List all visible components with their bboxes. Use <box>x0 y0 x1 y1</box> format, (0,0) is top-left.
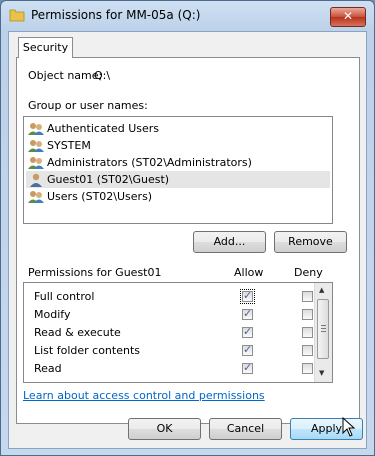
users-icon <box>28 123 44 135</box>
tab-security[interactable]: Security <box>18 37 73 58</box>
permission-name: Full control <box>34 290 95 303</box>
permission-name: Read <box>34 362 62 375</box>
ok-button[interactable]: OK <box>128 418 201 440</box>
deny-checkbox[interactable] <box>302 327 313 338</box>
permission-row: Modify <box>24 306 314 324</box>
deny-checkbox[interactable] <box>302 363 313 374</box>
object-name-value: Q:\ <box>94 69 111 82</box>
permission-row: List folder contents <box>24 342 314 360</box>
allow-checkbox[interactable] <box>242 325 253 338</box>
users-icon <box>28 191 44 203</box>
mouse-cursor-icon <box>342 417 356 437</box>
list-item[interactable]: SYSTEM <box>26 137 330 154</box>
permissions-header: Permissions for Guest01 <box>28 266 162 279</box>
user-name: SYSTEM <box>47 139 91 152</box>
deny-checkbox[interactable] <box>302 309 313 320</box>
folder-icon <box>9 9 25 22</box>
scroll-up-arrow-icon[interactable]: ▲ <box>319 286 324 294</box>
user-list[interactable]: Authenticated Users SYSTEM Administrator… <box>23 116 333 224</box>
deny-column-header: Deny <box>294 266 323 279</box>
group-names-label: Group or user names: <box>28 99 148 112</box>
permission-name: List folder contents <box>34 344 140 357</box>
add-button[interactable]: Add... <box>193 231 266 253</box>
close-button[interactable]: ✕ <box>330 7 366 27</box>
remove-button[interactable]: Remove <box>274 231 347 253</box>
allow-checkbox[interactable] <box>240 289 255 304</box>
window-title: Permissions for MM-05a (Q:) <box>31 8 201 22</box>
permission-row: Read & execute <box>24 324 314 342</box>
access-control-help-link[interactable]: Learn about access control and permissio… <box>23 389 265 402</box>
permissions-scrollbar[interactable]: ▲ ▼ <box>314 283 332 382</box>
permission-row: Full control <box>24 288 314 306</box>
permissions-dialog: Permissions for MM-05a (Q:) ✕ Security O… <box>0 0 375 456</box>
user-name: Administrators (ST02\Administrators) <box>47 156 252 169</box>
cancel-button[interactable]: Cancel <box>209 418 282 440</box>
scroll-down-arrow-icon[interactable]: ▼ <box>319 369 324 377</box>
permission-name: Read & execute <box>34 326 121 339</box>
object-name-label: Object name: <box>28 69 103 82</box>
user-name: Users (ST02\Users) <box>47 190 153 203</box>
users-icon <box>28 140 44 152</box>
allow-checkbox[interactable] <box>242 361 253 374</box>
permission-name: Modify <box>34 308 71 321</box>
list-item-selected[interactable]: Guest01 (ST02\Guest) <box>26 171 330 188</box>
list-item[interactable]: Users (ST02\Users) <box>26 188 330 205</box>
allow-column-header: Allow <box>234 266 264 279</box>
user-name: Authenticated Users <box>47 122 160 135</box>
user-name: Guest01 (ST02\Guest) <box>47 173 170 186</box>
scroll-thumb[interactable] <box>317 299 329 359</box>
deny-checkbox[interactable] <box>302 345 313 356</box>
deny-checkbox[interactable] <box>302 291 313 302</box>
allow-checkbox[interactable] <box>242 307 253 320</box>
dialog-body: Security Object name: Q:\ Group or user … <box>8 31 367 449</box>
permissions-list: Full control Modify Read & execute List … <box>23 282 333 383</box>
list-item[interactable]: Administrators (ST02\Administrators) <box>26 154 330 171</box>
users-icon <box>28 157 44 169</box>
list-item[interactable]: Authenticated Users <box>26 120 330 137</box>
permission-row: Read <box>24 360 314 378</box>
allow-checkbox[interactable] <box>242 343 253 356</box>
user-icon <box>30 173 42 187</box>
title-bar[interactable]: Permissions for MM-05a (Q:) ✕ <box>1 1 374 31</box>
